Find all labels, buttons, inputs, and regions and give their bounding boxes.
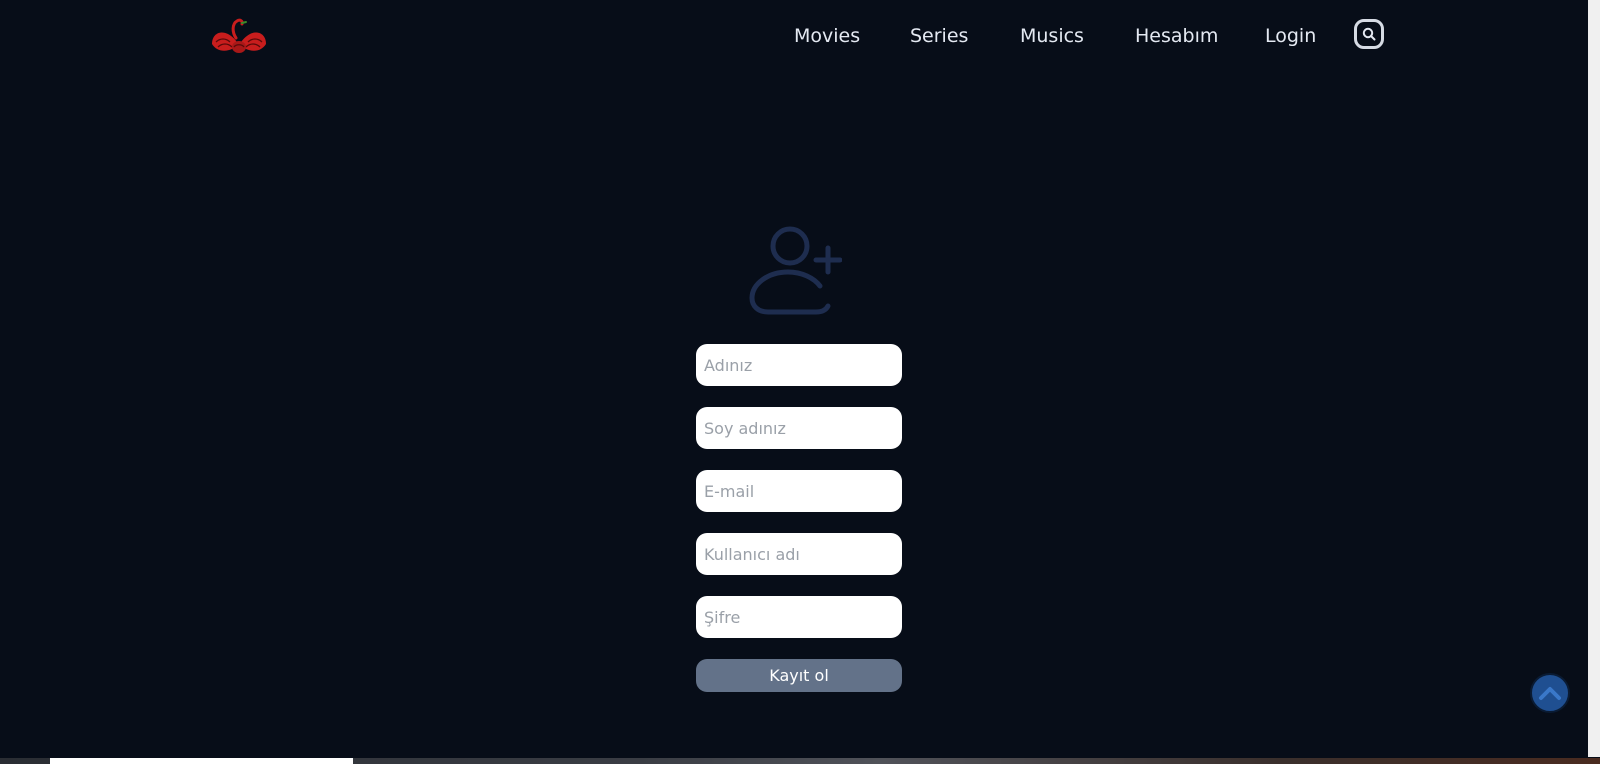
user-plus-icon: [748, 222, 843, 318]
email-input[interactable]: [696, 470, 902, 512]
nav-login-link[interactable]: Login: [1265, 22, 1316, 50]
bottom-content-strip: [0, 758, 1600, 764]
search-button[interactable]: [1354, 19, 1384, 49]
red-swan-logo: [212, 18, 266, 53]
username-input[interactable]: [696, 533, 902, 575]
bottom-strip-segment: [50, 758, 353, 764]
register-button[interactable]: Kayıt ol: [696, 659, 902, 692]
password-input[interactable]: [696, 596, 902, 638]
last-name-input[interactable]: [696, 407, 902, 449]
nav-musics-link[interactable]: Musics: [1020, 22, 1084, 50]
nav-account-link[interactable]: Hesabım: [1135, 22, 1218, 50]
scroll-top-button[interactable]: [1530, 673, 1570, 713]
site-logo[interactable]: [210, 14, 268, 54]
nav-series-link[interactable]: Series: [910, 22, 968, 50]
page: Movies Series Musics Hesabım Login Kayıt…: [0, 0, 1600, 764]
chevron-up-icon: [1539, 687, 1561, 700]
nav-movies-link[interactable]: Movies: [794, 22, 860, 50]
page-scrollbar[interactable]: [1588, 0, 1600, 757]
search-icon: [1362, 27, 1376, 41]
first-name-input[interactable]: [696, 344, 902, 386]
